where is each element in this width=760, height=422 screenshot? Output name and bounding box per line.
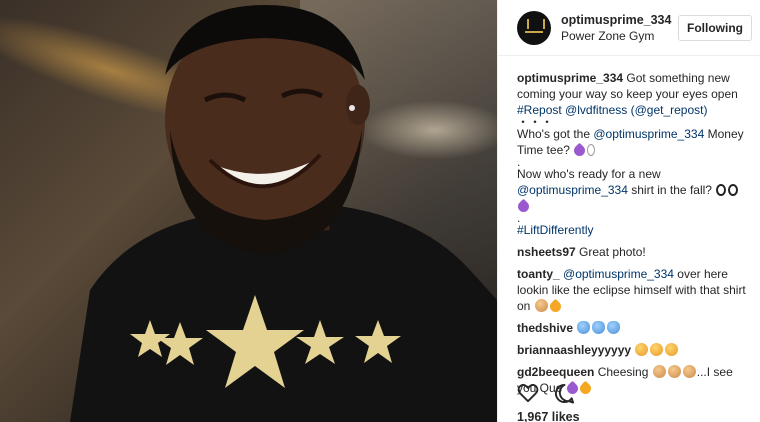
comment-text: Cheesing [597, 365, 649, 379]
caption-dot-2: . [517, 155, 521, 169]
comment-username[interactable]: toanty_ [517, 267, 560, 281]
person-emoji-icon [607, 321, 621, 334]
male-sign-icon [587, 144, 596, 156]
like-count[interactable]: 1,967 likes [517, 410, 580, 422]
mention-get-repost[interactable]: (@get_repost) [631, 103, 708, 117]
hashtag-liftdifferently[interactable]: #LiftDifferently [517, 223, 593, 237]
comment-mention[interactable]: @optimusprime_334 [563, 267, 674, 281]
post-photo [0, 0, 497, 422]
comment: briannaashleyyyyyy [517, 342, 746, 358]
caption-dot-3: . [517, 211, 521, 225]
mention-optimusprime-2[interactable]: @optimusprime_334 [517, 183, 628, 197]
heart-eyes-emoji-icon [635, 343, 649, 356]
comment-username[interactable]: briannaashleyyyyyy [517, 343, 631, 357]
heart-eyes-emoji-icon [665, 343, 679, 356]
caption-question-1a: Who's got the [517, 127, 590, 141]
face-emoji-icon [682, 365, 696, 378]
comments-section: optimusprime_334 Got something new comin… [498, 56, 760, 397]
photo-subject [70, 5, 497, 422]
person-emoji-icon [592, 321, 606, 334]
caption-dots: ・・・ [517, 115, 554, 129]
face-emoji-icon [667, 365, 681, 378]
ok-hand-emoji-icon [547, 298, 563, 315]
comment: thedshive [517, 320, 746, 336]
comment-text: Great photo! [579, 245, 646, 259]
header-location[interactable]: Power Zone Gym [561, 28, 678, 44]
woman-raising-hand-emoji-icon [571, 142, 588, 159]
comment: nsheets97 Great photo! [517, 244, 746, 260]
caption: optimusprime_334 Got something new comin… [515, 70, 746, 238]
caption-username[interactable]: optimusprime_334 [517, 71, 623, 85]
post-panel: optimusprime_334 Power Zone Gym Followin… [497, 0, 760, 422]
comment-username[interactable]: gd2beequeen [517, 365, 594, 379]
mention-optimusprime[interactable]: @optimusprime_334 [593, 127, 704, 141]
post-header: optimusprime_334 Power Zone Gym Followin… [498, 0, 760, 56]
caption-question-2b: shirt in the fall? [631, 183, 712, 197]
header-text: optimusprime_334 Power Zone Gym [561, 12, 678, 44]
like-button[interactable] [517, 382, 539, 404]
post-actions [517, 382, 575, 404]
face-emoji-icon [534, 299, 548, 312]
crown-logo-icon [525, 18, 545, 33]
comment: toanty_ @optimusprime_334 over here look… [517, 266, 746, 315]
caption-question-2a: Now who's ready for a new [517, 167, 661, 181]
yellow-heart-emoji-icon [577, 380, 593, 397]
face-emoji-icon [652, 365, 666, 378]
avatar[interactable] [517, 10, 551, 45]
heart-eyes-emoji-icon [650, 343, 664, 356]
mention-lvdfitness[interactable]: @lvdfitness [565, 103, 627, 117]
eyes-emoji-icon-2 [728, 184, 739, 196]
following-button[interactable]: Following [678, 14, 752, 41]
header-username[interactable]: optimusprime_334 [561, 12, 678, 28]
comment-username[interactable]: thedshive [517, 321, 573, 335]
speech-bubble-icon [554, 383, 574, 404]
eyes-emoji-icon [716, 184, 727, 196]
heart-outline-icon [517, 383, 539, 403]
comment-button[interactable] [553, 382, 575, 404]
comment-username[interactable]: nsheets97 [517, 245, 576, 259]
person-emoji-icon [577, 321, 591, 334]
